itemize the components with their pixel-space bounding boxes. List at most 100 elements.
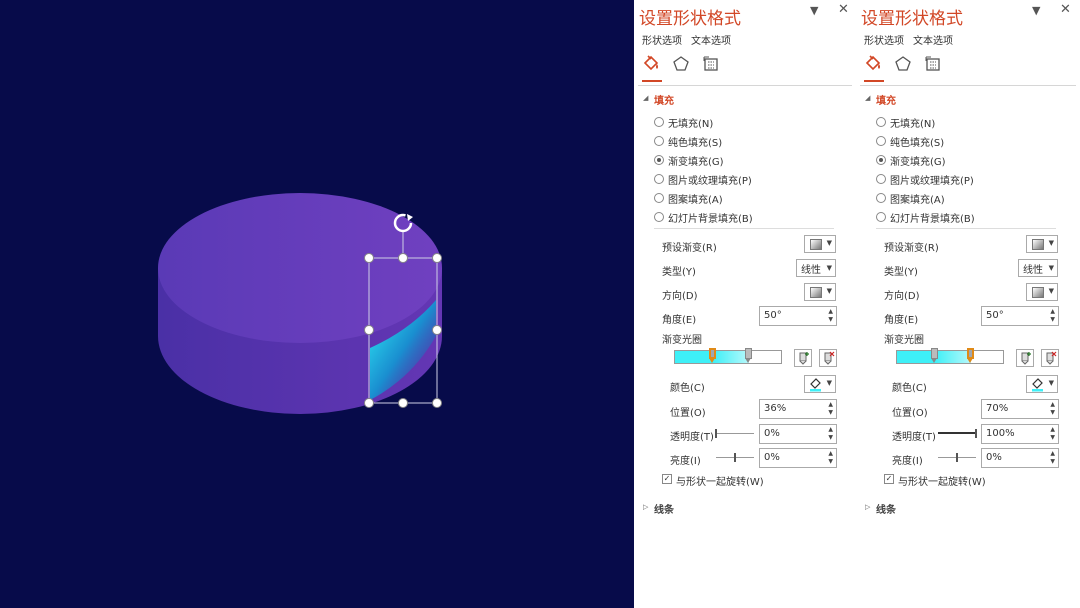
type-select[interactable]: 线性 ▼	[796, 259, 836, 277]
fill-option-radio[interactable]: 图案填充(A)	[654, 191, 814, 206]
radio-button[interactable]	[876, 212, 886, 222]
brightness-slider[interactable]	[716, 453, 754, 462]
fill-line-icon[interactable]	[864, 54, 884, 74]
fill-option-radio[interactable]: 幻灯片背景填充(B)	[654, 210, 814, 225]
gradient-swatch	[810, 239, 822, 250]
chevron-down-icon: ▼	[826, 239, 832, 247]
fill-line-icon[interactable]	[642, 54, 662, 74]
remove-stop-icon	[1046, 351, 1057, 365]
direction-dropdown[interactable]: ▼	[1026, 283, 1058, 301]
expand-triangle-icon[interactable]: ▷	[643, 503, 648, 511]
position-input[interactable]: 70% ▲ ▼	[981, 399, 1059, 419]
rotate-with-shape-label: 与形状一起旋转(W)	[898, 477, 986, 488]
preset-gradient-dropdown[interactable]: ▼	[1026, 235, 1058, 253]
add-gradient-stop-button[interactable]	[1016, 349, 1034, 367]
close-icon[interactable]: ✕	[1060, 2, 1071, 17]
fill-option-radio[interactable]: 无填充(N)	[876, 115, 1036, 130]
remove-gradient-stop-button[interactable]	[819, 349, 837, 367]
radio-label: 图案填充(A)	[668, 195, 723, 206]
transparency-input[interactable]: 100% ▲ ▼	[981, 424, 1059, 444]
pentagon-icon[interactable]	[893, 54, 913, 74]
radio-button[interactable]	[876, 117, 886, 127]
pane-options-icon[interactable]: ▼	[1032, 4, 1040, 17]
fill-section-header[interactable]: 填充	[876, 92, 896, 107]
tab-text-options[interactable]: 文本选项	[691, 32, 731, 47]
radio-button[interactable]	[876, 136, 886, 146]
fill-section-header[interactable]: 填充	[654, 92, 674, 107]
radio-button[interactable]	[876, 193, 886, 203]
brightness-slider[interactable]	[938, 453, 976, 462]
gradient-stop-handle[interactable]	[708, 348, 716, 363]
fill-option-radio[interactable]: 纯色填充(S)	[876, 134, 1036, 149]
fill-option-radio[interactable]: 图案填充(A)	[876, 191, 1036, 206]
fill-option-radio[interactable]: 纯色填充(S)	[654, 134, 814, 149]
fill-option-radio[interactable]: 图片或纹理填充(P)	[654, 172, 814, 187]
rotate-with-shape-label: 与形状一起旋转(W)	[676, 477, 764, 488]
fill-option-radio[interactable]: 无填充(N)	[654, 115, 814, 130]
color-picker-button[interactable]: ▼	[1026, 375, 1058, 393]
radio-label: 图片或纹理填充(P)	[890, 176, 974, 187]
color-picker-button[interactable]: ▼	[804, 375, 836, 393]
close-icon[interactable]: ✕	[838, 2, 849, 17]
radio-button[interactable]	[654, 174, 664, 184]
direction-dropdown[interactable]: ▼	[804, 283, 836, 301]
radio-label: 图案填充(A)	[890, 195, 945, 206]
preset-gradient-dropdown[interactable]: ▼	[804, 235, 836, 253]
brightness-label: 亮度(I)	[892, 456, 923, 467]
brightness-input[interactable]: 0% ▲ ▼	[981, 448, 1059, 468]
radio-label: 渐变填充(G)	[890, 157, 946, 168]
brightness-label: 亮度(I)	[670, 456, 701, 467]
radio-button[interactable]	[876, 174, 886, 184]
transparency-slider[interactable]	[715, 429, 754, 438]
radio-button[interactable]	[654, 193, 664, 203]
selected-category-indicator	[864, 80, 884, 82]
transparency-slider[interactable]	[938, 429, 977, 438]
color-label: 颜色(C)	[892, 383, 927, 394]
size-properties-icon[interactable]	[923, 54, 943, 74]
chevron-down-icon: ▼	[826, 287, 832, 295]
gradient-stops-bar[interactable]	[896, 350, 1004, 364]
size-properties-icon[interactable]	[701, 54, 721, 74]
chevron-down-icon: ▼	[1048, 264, 1054, 272]
line-section-header[interactable]: 线条	[876, 501, 896, 516]
remove-gradient-stop-button[interactable]	[1041, 349, 1059, 367]
rotate-with-shape-checkbox[interactable]: ✓	[662, 474, 672, 484]
type-select[interactable]: 线性 ▼	[1018, 259, 1058, 277]
line-section-header[interactable]: 线条	[654, 501, 674, 516]
radio-button[interactable]	[654, 155, 664, 165]
position-label: 位置(O)	[670, 408, 706, 419]
radio-button[interactable]	[654, 212, 664, 222]
gradient-stops-bar[interactable]	[674, 350, 782, 364]
cylinder-shape[interactable]	[0, 0, 634, 608]
tab-shape-options[interactable]: 形状选项	[864, 32, 904, 47]
angle-input[interactable]: 50° ▲ ▼	[759, 306, 837, 326]
gradient-stop-handle[interactable]	[930, 348, 938, 363]
fill-option-radio[interactable]: 渐变填充(G)	[654, 153, 814, 168]
radio-button[interactable]	[876, 155, 886, 165]
pentagon-icon[interactable]	[671, 54, 691, 74]
collapse-triangle-icon[interactable]: ◢	[865, 94, 870, 102]
angle-label: 角度(E)	[884, 315, 919, 326]
tab-shape-options[interactable]: 形状选项	[642, 32, 682, 47]
position-input[interactable]: 36% ▲ ▼	[759, 399, 837, 419]
selected-category-indicator	[642, 80, 662, 82]
gradient-stop-handle[interactable]	[966, 348, 974, 363]
type-label: 类型(Y)	[662, 267, 696, 278]
add-gradient-stop-button[interactable]	[794, 349, 812, 367]
radio-button[interactable]	[654, 117, 664, 127]
fill-option-radio[interactable]: 幻灯片背景填充(B)	[876, 210, 1036, 225]
slide-canvas[interactable]	[0, 0, 634, 608]
collapse-triangle-icon[interactable]: ◢	[643, 94, 648, 102]
brightness-input[interactable]: 0% ▲ ▼	[759, 448, 837, 468]
gradient-stop-handle[interactable]	[744, 348, 752, 363]
radio-button[interactable]	[654, 136, 664, 146]
gradient-swatch	[1032, 239, 1044, 250]
fill-option-radio[interactable]: 图片或纹理填充(P)	[876, 172, 1036, 187]
fill-option-radio[interactable]: 渐变填充(G)	[876, 153, 1036, 168]
tab-text-options[interactable]: 文本选项	[913, 32, 953, 47]
transparency-input[interactable]: 0% ▲ ▼	[759, 424, 837, 444]
expand-triangle-icon[interactable]: ▷	[865, 503, 870, 511]
angle-input[interactable]: 50° ▲ ▼	[981, 306, 1059, 326]
rotate-with-shape-checkbox[interactable]: ✓	[884, 474, 894, 484]
pane-options-icon[interactable]: ▼	[810, 4, 818, 17]
